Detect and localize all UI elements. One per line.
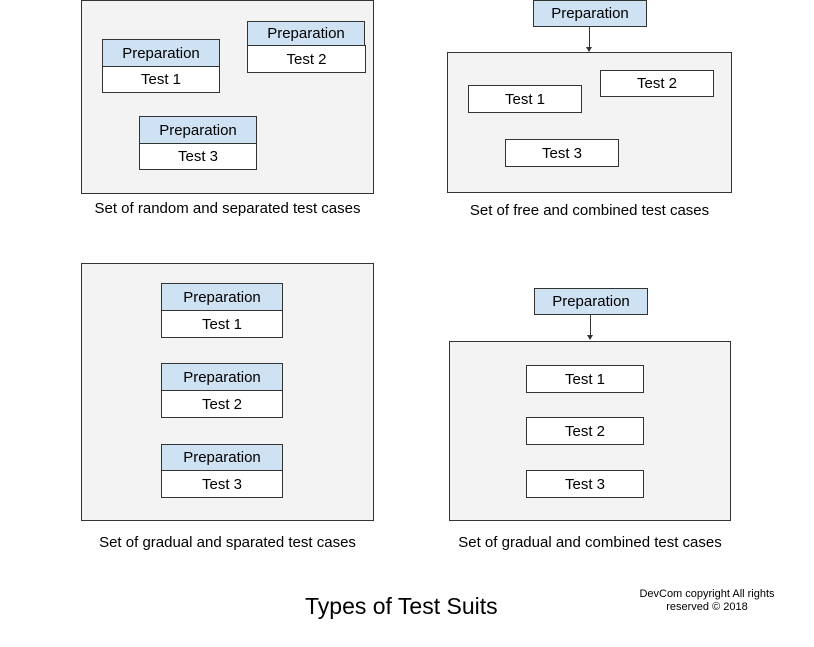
caption-free-combined: Set of free and combined test cases [469,202,710,219]
test-box: Test 1 [161,310,283,338]
test-box: Test 1 [102,66,220,93]
diagram-title: Types of Test Suits [305,593,498,619]
preparation-box: Preparation [161,444,283,471]
caption-gradual-separated: Set of gradual and sparated test cases [99,534,356,551]
preparation-box: Preparation [161,283,283,311]
test-box: Test 2 [600,70,714,97]
test-box: Test 3 [505,139,619,167]
caption-gradual-combined: Set of gradual and combined test cases [458,534,722,551]
arrow-down-icon [586,27,592,52]
test-box: Test 2 [526,417,644,445]
caption-random-separated: Set of random and separated test cases [94,200,361,217]
arrow-down-icon [587,315,593,340]
test-box: Test 1 [468,85,582,113]
preparation-box: Preparation [161,363,283,391]
test-box: Test 3 [526,470,644,498]
copyright-line-2: reserved © 2018 [666,601,748,613]
test-box: Test 2 [161,390,283,418]
preparation-box: Preparation [533,0,647,27]
test-box: Test 1 [526,365,644,393]
test-box: Test 2 [247,45,366,73]
preparation-box: Preparation [247,21,365,46]
preparation-box: Preparation [139,116,257,144]
preparation-box: Preparation [102,39,220,67]
copyright-line-1: DevCom copyright All rights [639,588,775,600]
copyright-notice: DevCom copyright All rights reserved © 2… [620,588,794,614]
test-box: Test 3 [161,470,283,498]
test-box: Test 3 [139,143,257,170]
preparation-box: Preparation [534,288,648,315]
